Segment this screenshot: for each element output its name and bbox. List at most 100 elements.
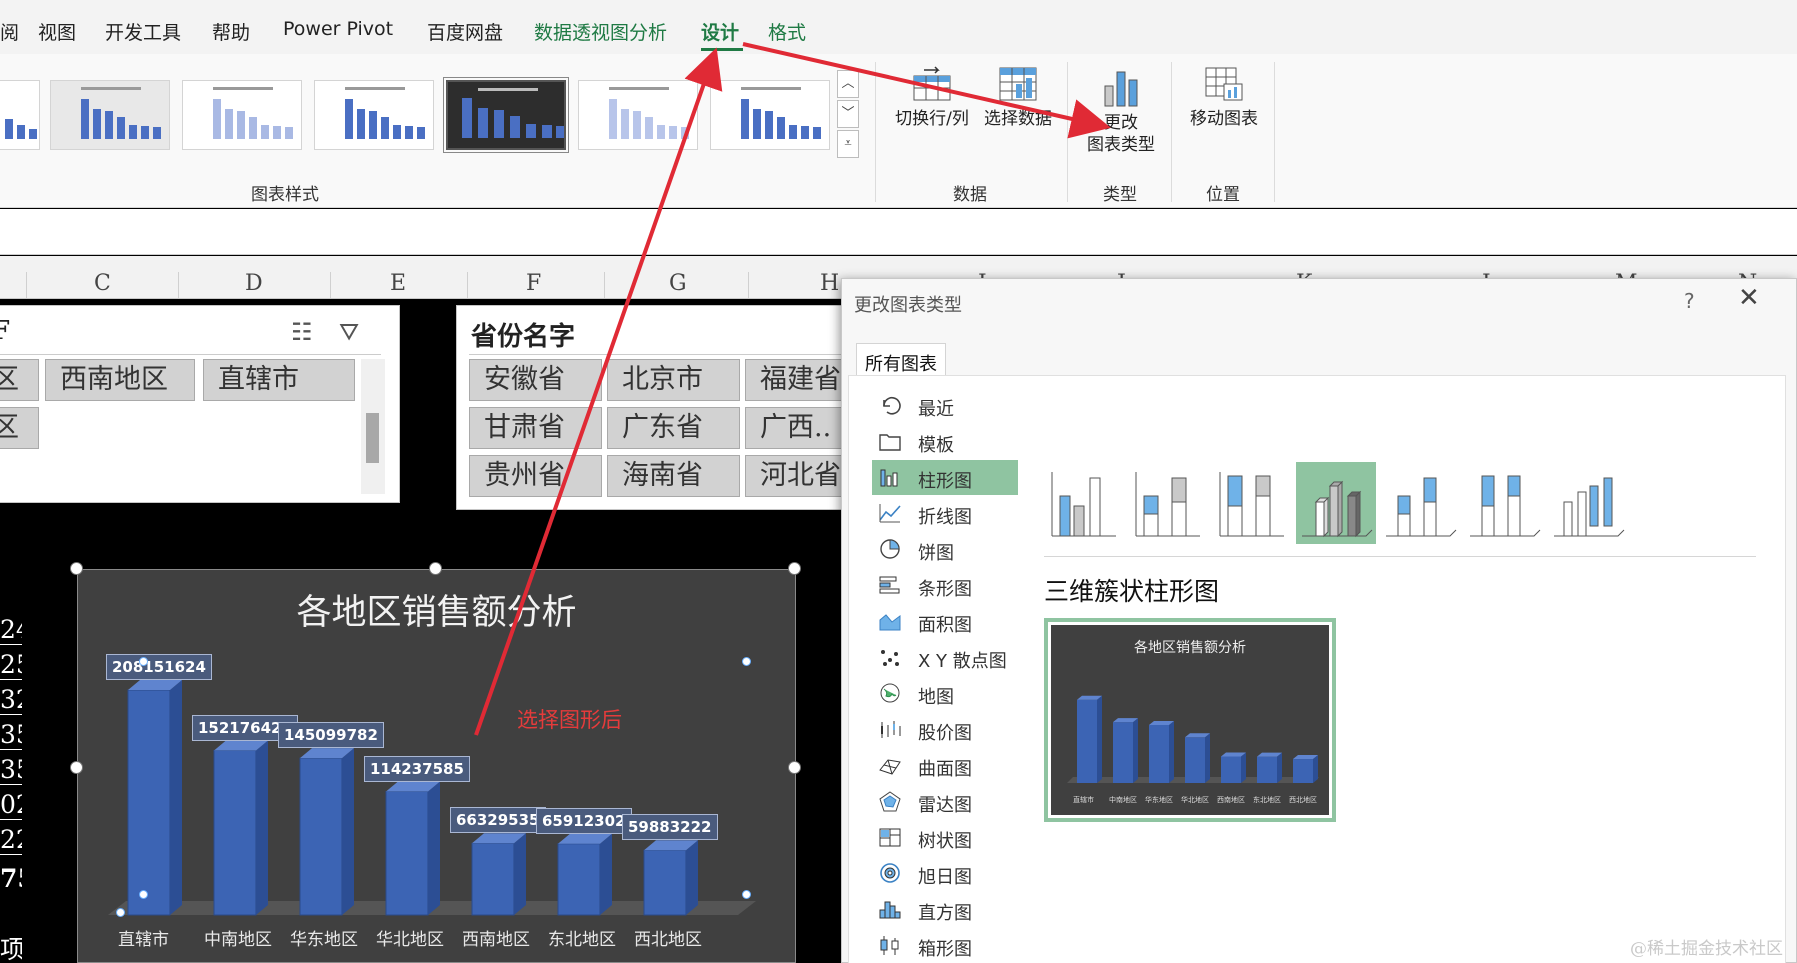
cell-value[interactable]: 25 <box>0 650 22 680</box>
subtype-clustered-column[interactable] <box>1044 462 1124 544</box>
slicer-item-guangdong[interactable]: 广东省 <box>607 407 740 449</box>
chart-category-item[interactable]: 面积图 <box>872 604 1018 639</box>
subtype-3d-100-stacked-column[interactable] <box>1464 462 1544 544</box>
resize-handle[interactable] <box>429 562 442 575</box>
slicer-item-municipality[interactable]: 直辖市 <box>203 359 355 401</box>
chart-category-item[interactable]: 直方图 <box>872 892 1018 927</box>
chart-style-thumb-2[interactable] <box>50 80 170 150</box>
slicer-item-gansu[interactable]: 甘肃省 <box>469 407 602 449</box>
multi-select-icon[interactable]: ☷ <box>291 318 313 346</box>
data-label[interactable]: 59883222 <box>622 814 718 841</box>
plot-area-handle[interactable] <box>116 908 125 917</box>
formula-bar[interactable] <box>0 209 1797 255</box>
slicer-item[interactable]: 区 <box>0 407 39 449</box>
chart-category-item[interactable]: 股价图 <box>872 712 1018 747</box>
pivot-chart[interactable]: 各地区销售额分析 208151624 直辖市 152176425 中南地区 145099… <box>77 569 796 963</box>
chart-category-item[interactable]: 条形图 <box>872 568 1018 603</box>
plot-area-handle[interactable] <box>742 890 751 899</box>
switch-row-column-button[interactable]: 切换行/列 <box>890 64 974 130</box>
menu-review[interactable]: 阅 <box>0 18 19 45</box>
slicer-region[interactable]: F ☷ ⛛ 区 西南地区 直辖市 区 <box>0 305 400 503</box>
chart-style-thumb-7[interactable] <box>710 80 830 150</box>
menu-view[interactable]: 视图 <box>38 18 76 45</box>
subtype-3d-column[interactable] <box>1548 462 1628 544</box>
slicer-item[interactable]: 区 <box>0 359 39 401</box>
cell-value-total[interactable]: 75 <box>0 864 22 893</box>
menu-baidu-pan[interactable]: 百度网盘 <box>427 18 503 45</box>
menu-developer[interactable]: 开发工具 <box>105 18 181 45</box>
slicer-item-hainan[interactable]: 海南省 <box>607 455 740 497</box>
column-header-e[interactable]: E <box>390 271 406 296</box>
clear-filter-icon[interactable]: ⛛ <box>339 318 359 346</box>
chart-style-thumb-4[interactable] <box>314 80 434 150</box>
change-chart-type-dialog[interactable]: 更改图表类型 ? ✕ 所有图表 最近 模板 柱形图 折线图 饼图 条形图 面积图 X Y 散点… <box>841 278 1797 963</box>
chart-category-item[interactable]: 树状图 <box>872 820 1018 855</box>
slicer-item-beijing[interactable]: 北京市 <box>607 359 740 401</box>
plot-area-handle[interactable] <box>742 657 751 666</box>
menu-format[interactable]: 格式 <box>768 18 806 45</box>
chart-category-item[interactable]: 雷达图 <box>872 784 1018 819</box>
slicer-item-guizhou[interactable]: 贵州省 <box>469 455 602 497</box>
slicer-province[interactable]: 省份名字 安徽省 北京市 福建省 甘肃省 广东省 广西.. 贵州省 海南省 河北… <box>456 305 859 510</box>
change-chart-type-button[interactable]: 更改 图表类型 <box>1080 64 1162 156</box>
move-chart-button[interactable]: 移动图表 <box>1184 64 1264 130</box>
data-label[interactable]: 114237585 <box>364 755 470 782</box>
chart-category-item[interactable]: 地图 <box>872 676 1018 711</box>
styles-scroll-down-icon[interactable]: ﹀ <box>837 100 859 128</box>
chart-category-item[interactable]: 最近 <box>872 388 1018 423</box>
chart-category-item[interactable]: 折线图 <box>872 496 1018 531</box>
close-icon[interactable]: ✕ <box>1738 283 1760 313</box>
chart-style-thumb-1[interactable] <box>0 80 40 150</box>
select-data-button[interactable]: 选择数据 <box>980 64 1056 130</box>
slicer-item-southwest[interactable]: 西南地区 <box>45 359 195 401</box>
cell-value[interactable]: 项 <box>0 930 22 963</box>
styles-more-icon[interactable]: ⩡ <box>837 130 859 158</box>
column-header-g[interactable]: G <box>669 271 687 296</box>
menu-power-pivot[interactable]: Power Pivot <box>283 18 393 40</box>
bar-4 <box>471 833 526 916</box>
column-header-h[interactable]: H <box>820 271 839 296</box>
resize-handle[interactable] <box>788 562 801 575</box>
slicer-scrollbar[interactable] <box>361 359 385 494</box>
chart-category-item[interactable]: 旭日图 <box>872 856 1018 891</box>
resize-handle[interactable] <box>70 562 83 575</box>
chart-category-item[interactable]: 模板 <box>872 424 1018 459</box>
resize-handle[interactable] <box>788 761 801 774</box>
menu-help[interactable]: 帮助 <box>212 18 250 45</box>
cell-value[interactable]: 02 <box>0 790 22 820</box>
subtype-stacked-column[interactable] <box>1128 462 1208 544</box>
chart-category-item[interactable]: 柱形图 <box>872 460 1018 495</box>
plot-area-handle[interactable] <box>139 657 148 666</box>
chart-category-item[interactable]: 饼图 <box>872 532 1018 567</box>
cell-value[interactable]: 32 <box>0 685 22 715</box>
cell-value[interactable]: 35 <box>0 720 22 750</box>
help-icon[interactable]: ? <box>1684 289 1695 313</box>
chart-category-item[interactable]: 曲面图 <box>872 748 1018 783</box>
subtype-3d-clustered-column[interactable] <box>1296 462 1376 544</box>
chart-style-thumb-5-selected[interactable] <box>443 77 569 153</box>
subtype-100-stacked-column[interactable] <box>1212 462 1292 544</box>
cell-value[interactable]: 22 <box>0 825 22 855</box>
resize-handle[interactable] <box>70 761 83 774</box>
menu-pivotchart-analyze[interactable]: 数据透视图分析 <box>534 18 667 45</box>
chart-preview[interactable]: 各地区销售额分析 直辖市 中南地区 华东地区 华北地区 西南地区 东北地区 西北地区 <box>1044 618 1336 822</box>
subtype-3d-stacked-column[interactable] <box>1380 462 1460 544</box>
cell-value[interactable]: 35 <box>0 755 22 785</box>
column-header-f[interactable]: F <box>526 271 541 296</box>
chart-category-item[interactable]: 箱形图 <box>872 928 1018 963</box>
chart-category-item[interactable]: X Y 散点图 <box>872 640 1018 675</box>
column-header-d[interactable]: D <box>245 271 263 296</box>
slicer-scroll-thumb[interactable] <box>366 413 379 463</box>
slicer-item-anhui[interactable]: 安徽省 <box>469 359 602 401</box>
data-label[interactable]: 208151624 <box>106 653 212 680</box>
chart-style-thumb-6[interactable] <box>578 80 698 150</box>
plot-area-handle[interactable] <box>139 890 148 899</box>
column-header-c[interactable]: C <box>94 271 111 296</box>
data-label[interactable]: 145099782 <box>278 722 384 749</box>
menu-design[interactable]: 设计 <box>701 18 739 45</box>
styles-scroll-up-icon[interactable]: ︿ <box>837 70 859 98</box>
data-label[interactable]: 65912302 <box>536 807 632 834</box>
chart-style-thumb-3[interactable] <box>182 80 302 150</box>
cell-value[interactable]: 24 <box>0 615 22 645</box>
data-label[interactable]: 66329535 <box>450 807 546 834</box>
